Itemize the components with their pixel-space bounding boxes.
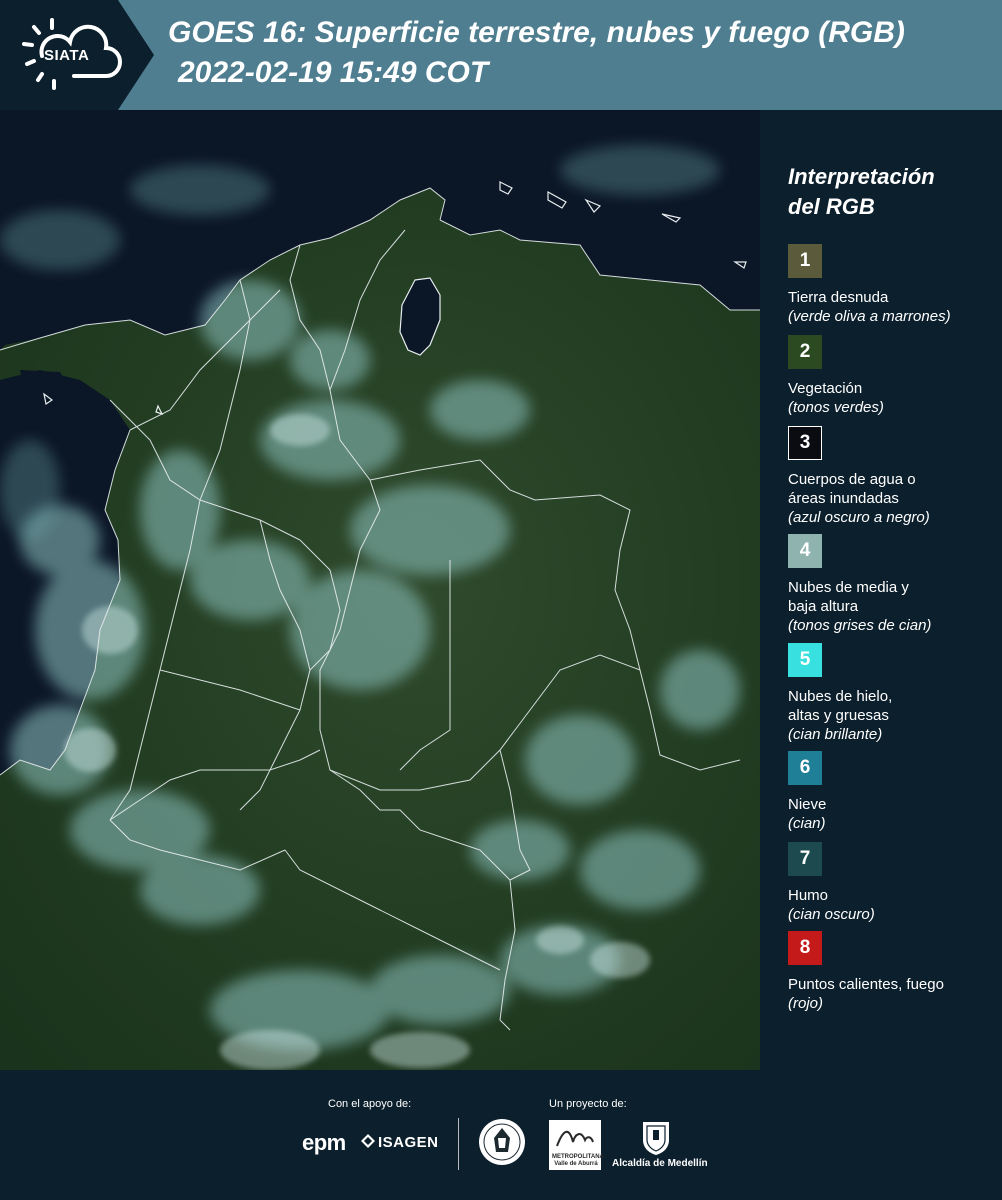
legend-note: (tonos verdes)	[788, 399, 884, 416]
legend-swatch: 6	[788, 751, 822, 785]
satellite-image	[0, 110, 760, 1070]
legend-swatch: 3	[788, 426, 822, 460]
legend-swatch: 7	[788, 842, 822, 876]
legend-item-vegetation: 2 Vegetación (tonos verdes)	[788, 335, 998, 417]
legend-note: (rojo)	[788, 995, 824, 1012]
legend-label: Nieve	[788, 796, 827, 813]
legend-label: Humo	[788, 887, 829, 904]
area-metropolitana-text: METROPOLITANA Valle de Aburrá	[552, 1154, 604, 1168]
satellite-map[interactable]	[0, 110, 760, 1070]
legend-label: Nubes de media y baja altura	[788, 579, 909, 615]
isagen-logo: ISAGEN	[378, 1134, 439, 1151]
epm-logo: epm	[302, 1130, 346, 1155]
area-sub: Valle de Aburrá	[554, 1161, 598, 1167]
legend-panel: Interpretación del RGB 1 Tierra desnuda …	[770, 110, 1002, 1070]
legend-title-line1: Interpretación	[788, 164, 935, 189]
legend-label: Vegetación	[788, 380, 863, 397]
legend-note: (verde oliva a marrones)	[788, 308, 951, 325]
legend-label: Cuerpos de agua o áreas inundadas	[788, 471, 916, 507]
legend-label: Nubes de hielo, altas y gruesas	[788, 688, 893, 724]
medellin-seal-icon	[479, 1119, 525, 1165]
header: SIATA GOES 16: Superficie terrestre, nub…	[0, 0, 1002, 110]
legend-swatch: 5	[788, 643, 822, 677]
support-caption: Con el apoyo de:	[328, 1098, 412, 1110]
legend-swatch: 8	[788, 931, 822, 965]
legend-swatch: 2	[788, 335, 822, 369]
legend-label: Tierra desnuda	[788, 289, 889, 306]
legend-item-snow: 6 Nieve (cian)	[788, 751, 998, 833]
legend-item-low-clouds: 4 Nubes de media y baja altura (tonos gr…	[788, 534, 998, 635]
legend-item-smoke: 7 Humo (cian oscuro)	[788, 842, 998, 924]
legend-swatch: 1	[788, 244, 822, 278]
legend-swatch: 4	[788, 534, 822, 568]
alcaldia-text: Alcaldía de Medellín	[612, 1158, 708, 1169]
footer-divider	[458, 1118, 459, 1170]
page-title: GOES 16: Superficie terrestre, nubes y f…	[168, 16, 905, 49]
legend-item-water: 3 Cuerpos de agua o áreas inundadas (azu…	[788, 426, 998, 527]
isagen-icon	[361, 1134, 375, 1148]
legend-title-line2: del RGB	[788, 194, 875, 219]
area-name: METROPOLITANA	[552, 1154, 604, 1160]
legend-note: (cian oscuro)	[788, 906, 875, 923]
page-timestamp: 2022-02-19 15:49 COT	[178, 56, 489, 89]
legend-note: (tonos grises de cian)	[788, 617, 932, 634]
legend-note: (cian brillante)	[788, 726, 883, 743]
footer: Con el apoyo de: Un proyecto de: epm ISA…	[0, 1070, 1002, 1200]
area-signature-icon	[556, 1131, 594, 1147]
legend-label: Puntos calientes, fuego	[788, 976, 944, 993]
legend-title: Interpretación del RGB	[788, 162, 935, 222]
legend-note: (cian)	[788, 815, 826, 832]
alcaldia-crest-icon	[643, 1122, 669, 1155]
project-caption: Un proyecto de:	[549, 1098, 627, 1110]
legend-item-bare-soil: 1 Tierra desnuda (verde oliva a marrones…	[788, 244, 998, 326]
legend-item-fire: 8 Puntos calientes, fuego (rojo)	[788, 931, 998, 1013]
siata-logo-text: SIATA	[44, 47, 90, 64]
legend-note: (azul oscuro a negro)	[788, 509, 930, 526]
legend-item-ice-clouds: 5 Nubes de hielo, altas y gruesas (cian …	[788, 643, 998, 744]
